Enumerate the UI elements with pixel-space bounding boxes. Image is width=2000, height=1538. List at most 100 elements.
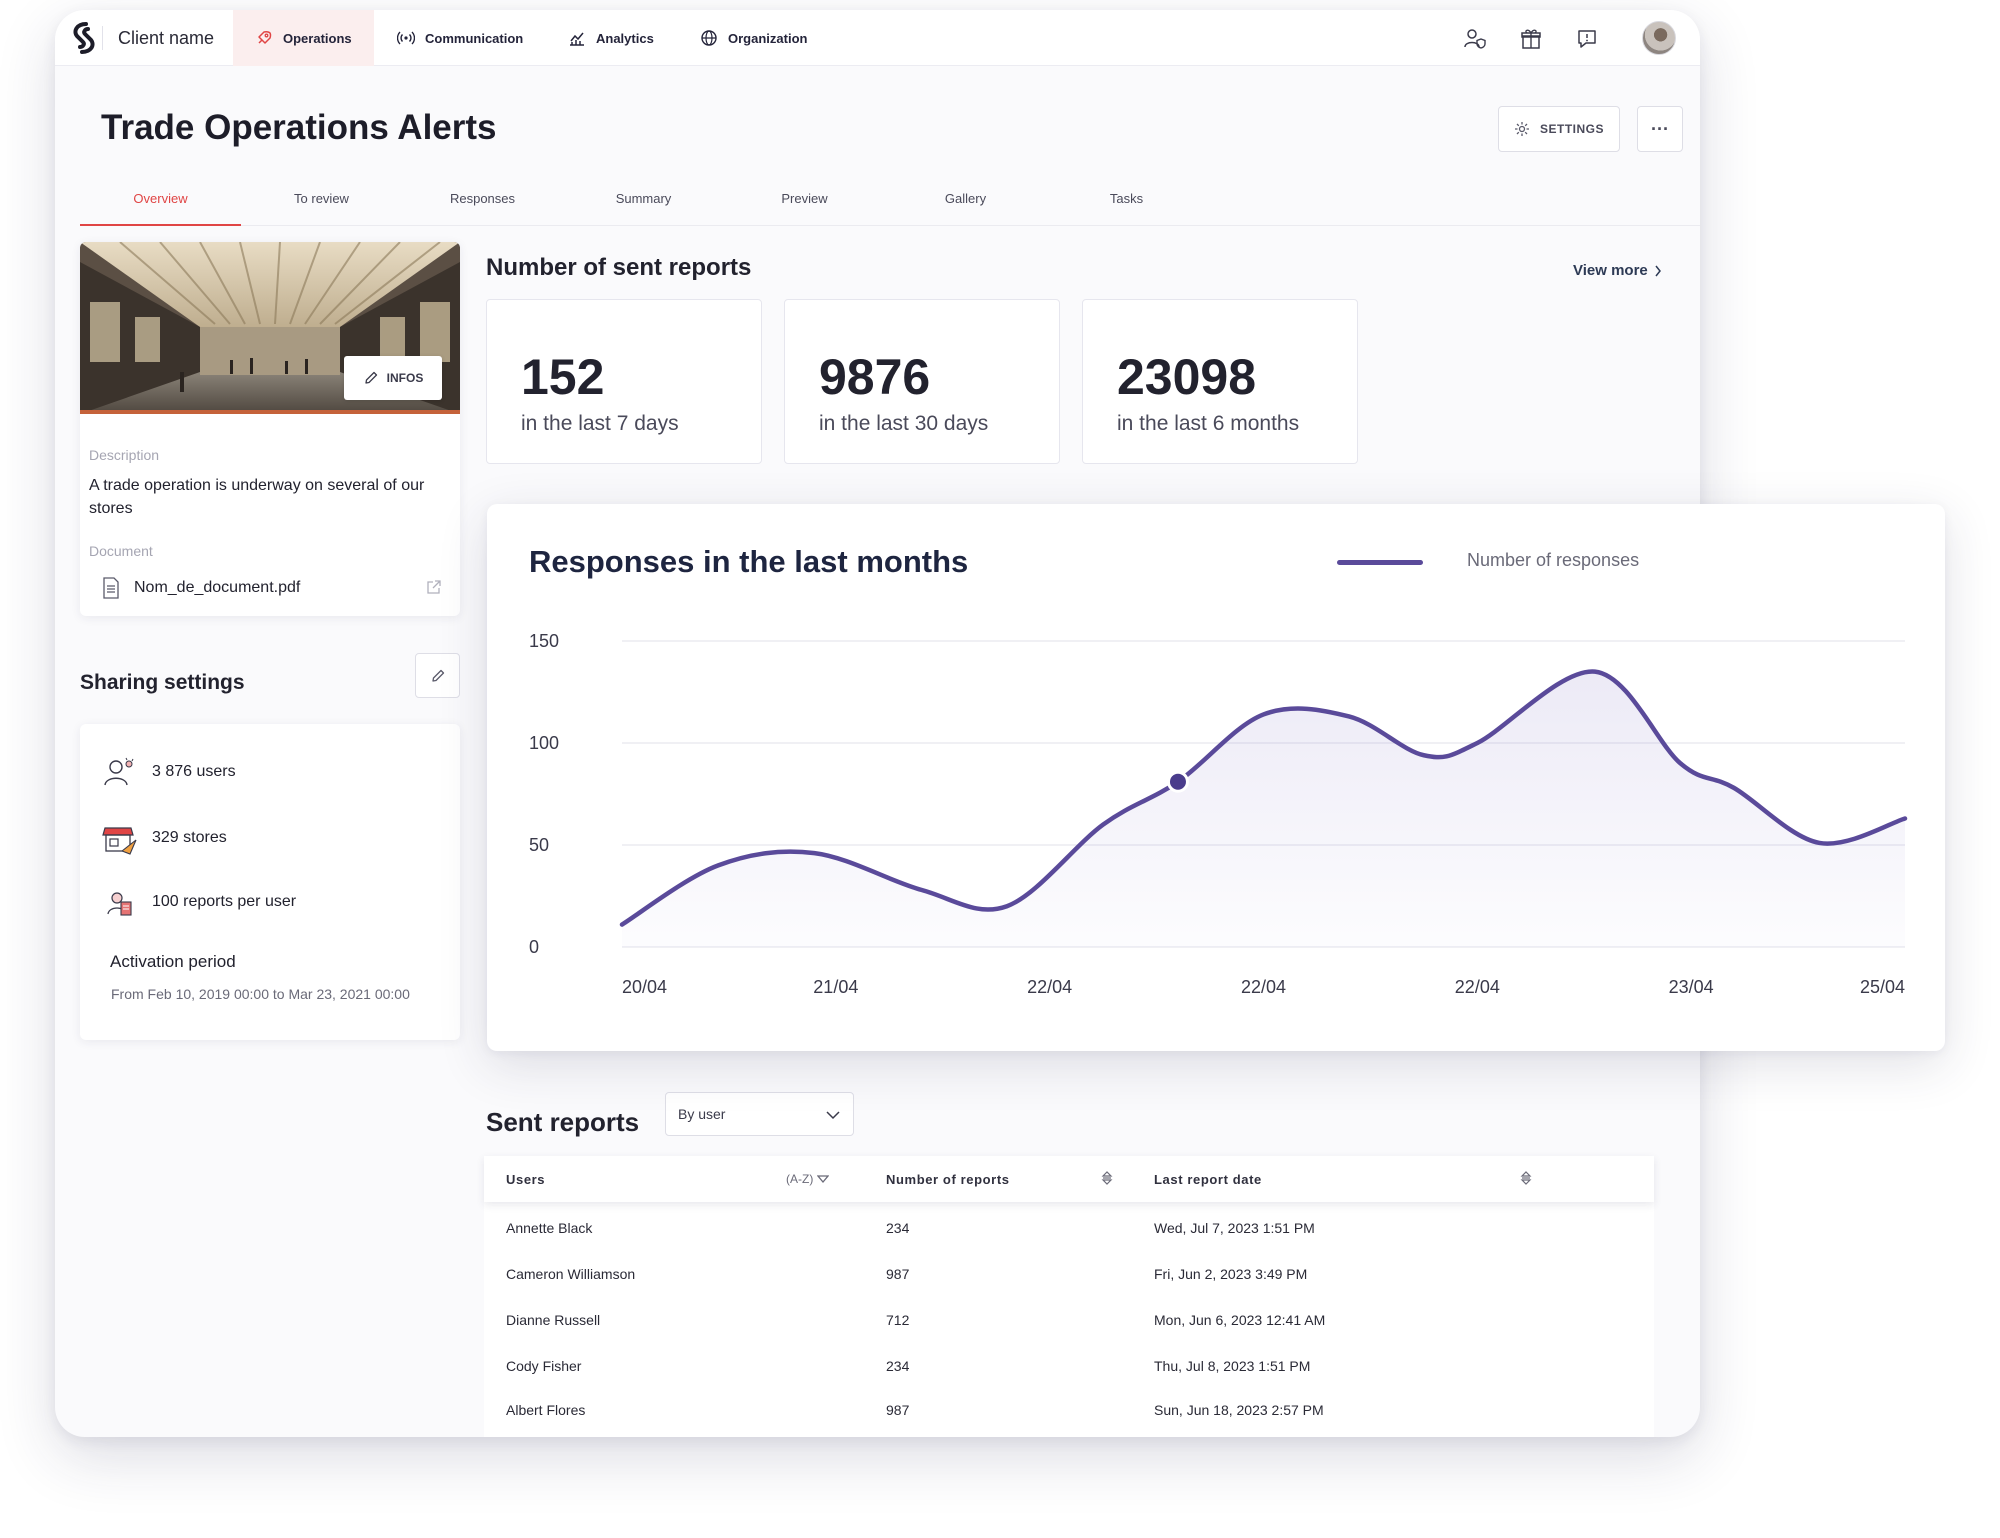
cell-count: 987 [886, 1402, 910, 1418]
cell-user: Cody Fisher [506, 1358, 582, 1374]
sharing-reports-row: 100 reports per user [102, 884, 296, 920]
tab-overview[interactable]: Overview [80, 180, 241, 226]
tab-bar: Overview To review Responses Summary Pre… [80, 180, 1700, 226]
y-tick-label: 50 [529, 835, 549, 855]
x-tick-label: 22/04 [1027, 977, 1072, 997]
stat-label: in the last 30 days [819, 412, 989, 435]
chevron-down-icon [826, 1111, 840, 1120]
description-text: A trade operation is underway on several… [89, 477, 425, 517]
nav-item-organization[interactable]: Organization [678, 10, 829, 66]
activation-period-label: Activation period [110, 952, 236, 971]
sort-icon[interactable] [1101, 1170, 1113, 1186]
group-by-value: By user [678, 1106, 726, 1122]
cell-user: Albert Flores [506, 1402, 586, 1418]
gift-icon[interactable] [1518, 26, 1544, 52]
external-link-icon[interactable] [426, 579, 442, 595]
cell-date: Thu, Jul 8, 2023 1:51 PM [1154, 1358, 1311, 1374]
pencil-icon [431, 669, 444, 682]
tab-summary[interactable]: Summary [563, 180, 724, 226]
infos-label: INFOS [386, 371, 424, 385]
nav-item-analytics[interactable]: Analytics [546, 10, 676, 66]
nav-divider [102, 26, 103, 50]
nav-item-operations[interactable]: Operations [233, 10, 374, 66]
x-tick-label: 22/04 [1241, 977, 1286, 997]
responses-chart-card: Responses in the last months Number of r… [487, 504, 1945, 1051]
column-header-users[interactable]: Users [506, 1172, 545, 1187]
stat-card-30-days: 9876 in the last 30 days [784, 299, 1060, 464]
document-row[interactable]: Nom_de_document.pdf [102, 575, 442, 601]
view-more-link[interactable]: View more [1573, 262, 1662, 279]
users-sort-label: (A-Z) [786, 1172, 814, 1186]
document-icon [103, 577, 119, 599]
tab-tasks[interactable]: Tasks [1046, 180, 1207, 226]
cell-user: Cameron Williamson [506, 1266, 636, 1282]
nav-item-label: Organization [728, 30, 808, 46]
highlight-point[interactable] [1169, 773, 1186, 790]
table-row[interactable]: Dianne Russell 712 Mon, Jun 6, 2023 12:4… [484, 1303, 1654, 1339]
document-label: Document [89, 543, 153, 559]
globe-icon [701, 30, 717, 46]
sharing-users-row: 3 876 users [102, 754, 236, 790]
activation-period-value: From Feb 10, 2019 00:00 to Mar 23, 2021 … [111, 986, 410, 1002]
x-tick-label: 20/04 [622, 977, 667, 997]
table-row[interactable]: Cody Fisher 234 Thu, Jul 8, 2023 1:51 PM [484, 1349, 1654, 1385]
nav-item-label: Analytics [596, 30, 654, 46]
edit-sharing-button[interactable] [415, 653, 460, 698]
settings-button[interactable]: SETTINGS [1498, 106, 1620, 152]
stat-card-6-months: 23098 in the last 6 months [1082, 299, 1358, 464]
sent-reports-title: Sent reports [486, 1107, 640, 1137]
client-name[interactable]: Client name [118, 28, 214, 49]
stat-value: 152 [521, 349, 605, 405]
users-sort-control[interactable]: (A-Z) [786, 1172, 830, 1186]
y-tick-label: 150 [529, 631, 559, 651]
cell-date: Wed, Jul 7, 2023 1:51 PM [1154, 1220, 1315, 1236]
more-options-button[interactable]: ··· [1637, 106, 1683, 152]
cell-count: 234 [886, 1220, 910, 1236]
cell-date: Sun, Jun 18, 2023 2:57 PM [1154, 1402, 1324, 1418]
cell-date: Mon, Jun 6, 2023 12:41 AM [1154, 1312, 1326, 1328]
table-row[interactable]: Annette Black 234 Wed, Jul 7, 2023 1:51 … [484, 1211, 1654, 1247]
stat-card-7-days: 152 in the last 7 days [486, 299, 762, 464]
document-name[interactable]: Nom_de_document.pdf [134, 579, 300, 597]
sharing-stores-label: 329 stores [152, 829, 227, 846]
stat-value: 23098 [1117, 349, 1257, 405]
sort-down-icon [817, 1175, 830, 1184]
user-shield-icon[interactable] [1462, 26, 1488, 52]
sharing-settings-card: 3 876 users 329 stores 100 reports per u… [80, 724, 460, 1040]
column-header-number[interactable]: Number of reports [886, 1172, 1010, 1187]
sort-icon[interactable] [1520, 1170, 1532, 1186]
users-icon [104, 757, 134, 786]
y-tick-label: 0 [529, 937, 539, 957]
group-by-select[interactable]: By user [665, 1092, 854, 1136]
table-row[interactable]: Cameron Williamson 987 Fri, Jun 2, 2023 … [484, 1257, 1654, 1293]
column-header-date[interactable]: Last report date [1154, 1172, 1262, 1187]
more-icon: ··· [1651, 118, 1669, 139]
table-row[interactable]: Albert Flores 987 Sun, Jun 18, 2023 2:57… [484, 1393, 1654, 1429]
x-tick-label: 22/04 [1455, 977, 1500, 997]
sent-reports-count-title: Number of sent reports [486, 254, 752, 281]
tab-preview[interactable]: Preview [724, 180, 885, 226]
tab-gallery[interactable]: Gallery [885, 180, 1046, 226]
chat-icon[interactable] [1574, 26, 1600, 52]
tab-to-review[interactable]: To review [241, 180, 402, 226]
operation-info-card: INFOS Description A trade operation is u… [80, 242, 460, 616]
broadcast-icon [397, 31, 415, 45]
rocket-icon [258, 30, 272, 44]
stat-value: 9876 [819, 349, 931, 405]
cell-count: 987 [886, 1266, 910, 1282]
cell-user: Annette Black [506, 1220, 593, 1236]
nav-item-label: Communication [425, 30, 524, 46]
top-navigation: Client name Operations Communication Ana… [55, 10, 1700, 66]
cell-user: Dianne Russell [506, 1312, 601, 1328]
cell-date: Fri, Jun 2, 2023 3:49 PM [1154, 1266, 1308, 1282]
tab-responses[interactable]: Responses [402, 180, 563, 226]
user-avatar[interactable] [1642, 21, 1676, 55]
sharing-users-label: 3 876 users [152, 763, 236, 780]
responses-chart: 0 50 100 150 20/04 21/04 22/04 22/04 22/04 23/04 2… [529, 631, 1908, 997]
cell-count: 234 [886, 1358, 910, 1374]
edit-infos-button[interactable]: INFOS [344, 356, 442, 400]
nav-item-communication[interactable]: Communication [375, 10, 545, 66]
brand-logo-icon[interactable] [69, 21, 99, 55]
x-tick-label: 21/04 [813, 977, 858, 997]
cell-count: 712 [886, 1312, 910, 1328]
